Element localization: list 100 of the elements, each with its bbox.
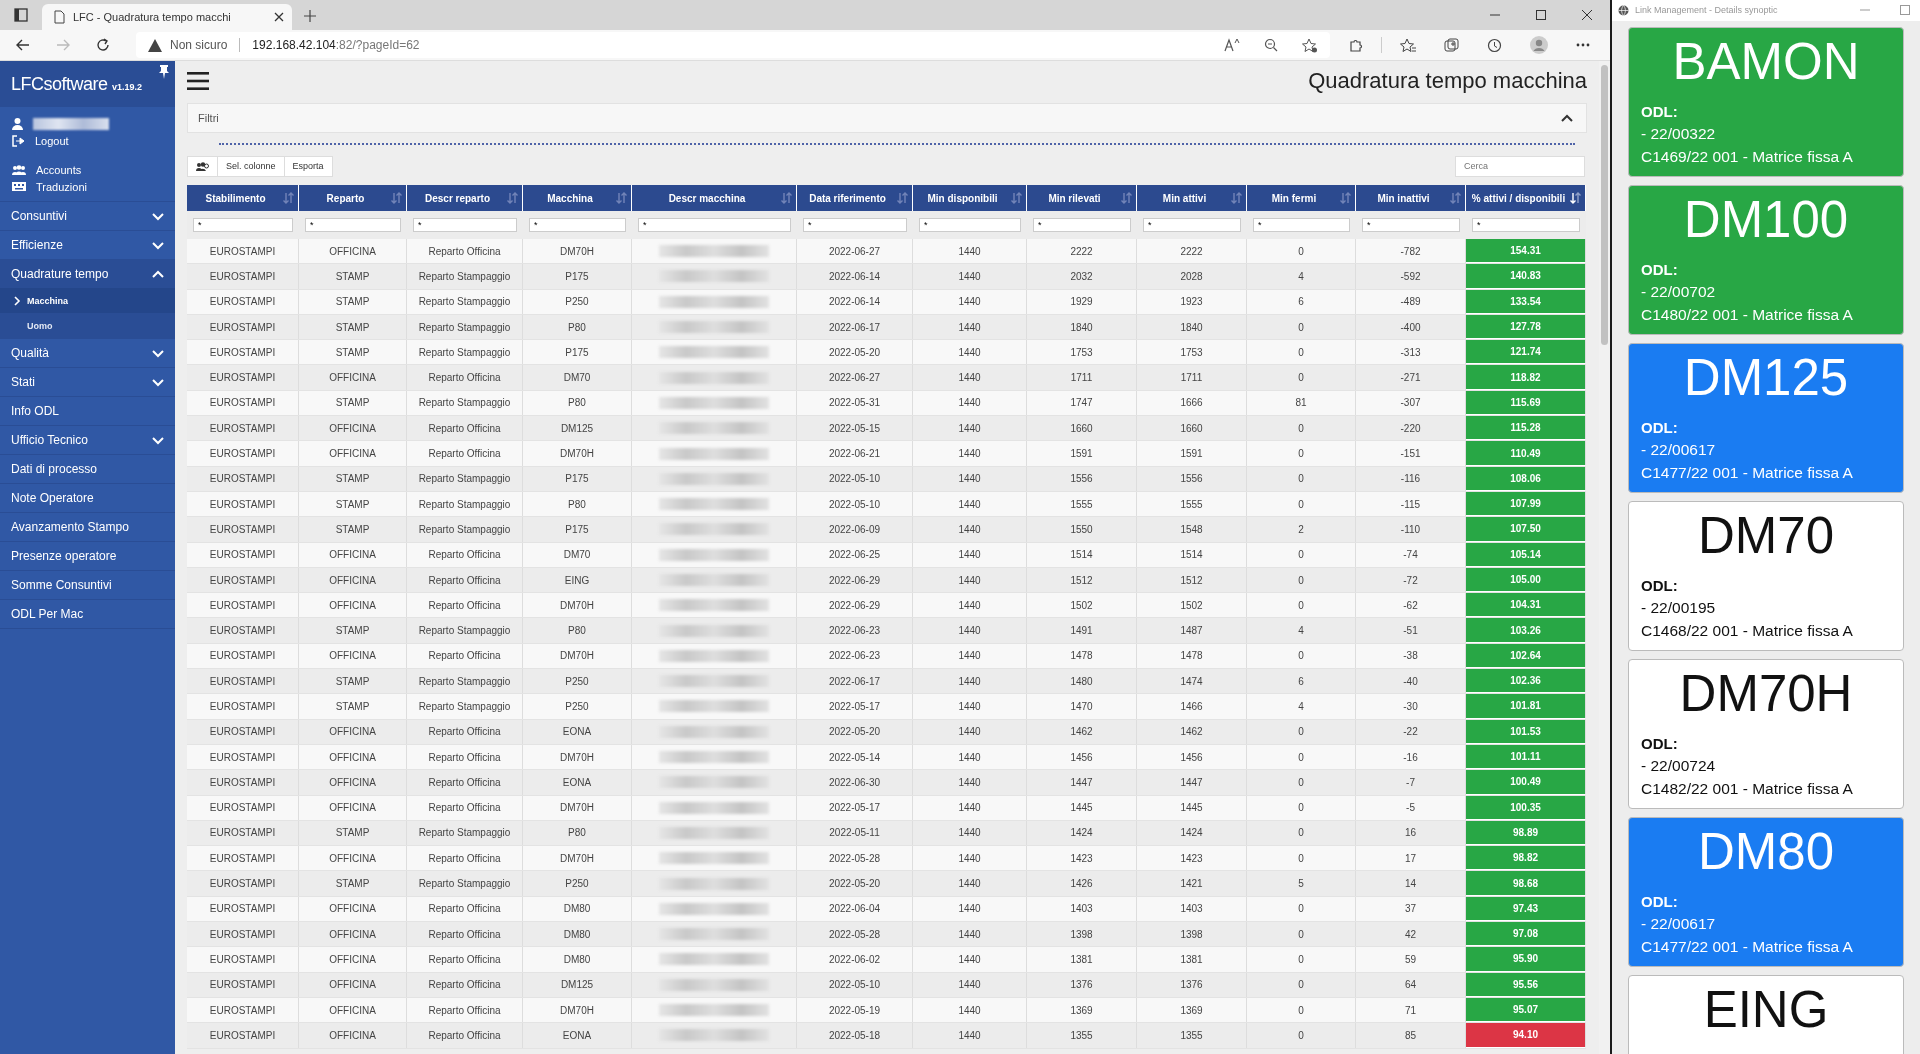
table-cell: 95.56 <box>1466 972 1586 997</box>
select-columns-button[interactable]: Sel. colonne <box>217 155 285 177</box>
menu-item[interactable]: Avanzamento Stampo <box>0 513 175 541</box>
filter-field[interactable]: * <box>529 218 626 232</box>
filter-field[interactable]: * <box>413 218 517 232</box>
address-field[interactable]: Non sicuro 192.168.42.104:82/?pageId=62 <box>136 32 1330 58</box>
more-icon[interactable] <box>1576 43 1590 47</box>
odl-detail: C1477/22 001 - Matrice fissa A <box>1641 936 1854 957</box>
table-cell: OFFICINA <box>299 1023 407 1048</box>
table-cell: 0 <box>1247 896 1356 921</box>
table-cell: 1440 <box>913 896 1027 921</box>
close-icon[interactable] <box>1582 10 1592 20</box>
close-icon[interactable] <box>274 12 284 22</box>
table-cell: EONA <box>523 1023 632 1048</box>
zoom-out-icon[interactable] <box>1264 38 1278 52</box>
back-icon[interactable] <box>16 39 30 51</box>
filter-panel[interactable]: Filtri <box>187 103 1587 133</box>
filter-field[interactable]: * <box>1362 218 1460 232</box>
table-cell: 105.00 <box>1466 567 1586 593</box>
machine-card[interactable]: DM80 ODL: - 22/00617 C1477/22 001 - Matrice fissa A <box>1628 816 1904 967</box>
menu-item[interactable]: Dati di processo <box>0 455 175 483</box>
table-cell: 2022-05-31 <box>797 390 913 416</box>
menu-item[interactable]: ODL Per Mac <box>0 600 175 628</box>
machine-card[interactable]: EING <box>1628 974 1904 1054</box>
table-cell: P250 <box>523 289 632 314</box>
favorite-add-icon[interactable] <box>1302 37 1318 53</box>
maximize-icon[interactable] <box>1536 10 1546 20</box>
filter-field[interactable]: * <box>1033 218 1131 232</box>
filter-field[interactable]: * <box>193 218 293 232</box>
table-cell: 1440 <box>913 972 1027 997</box>
odl-label: ODL: <box>1641 259 1679 280</box>
menu-item[interactable]: Quadrature tempo <box>0 260 175 288</box>
table-cell: 140.83 <box>1466 264 1586 289</box>
menu-item[interactable]: Ufficio Tecnico <box>0 426 175 454</box>
browser-tab[interactable]: LFC - Quadratura tempo macchi <box>42 4 292 30</box>
filter-field[interactable]: * <box>919 218 1021 232</box>
table-cell: Reparto Stampaggio <box>407 694 523 719</box>
table-cell: 1556 <box>1027 466 1137 491</box>
odl-number: - 22/00617 <box>1641 439 1717 460</box>
filter-field[interactable]: * <box>305 218 401 232</box>
table-cell: 1555 <box>1027 491 1137 517</box>
menu-item[interactable]: Note Operatore <box>0 484 175 512</box>
machine-card[interactable]: DM70 ODL: - 22/00195 C1468/22 001 - Matrice fissa A <box>1628 500 1904 651</box>
logout-link[interactable]: Logout <box>35 134 69 147</box>
filter-field[interactable]: * <box>638 218 791 232</box>
profile-icon[interactable] <box>1530 36 1548 54</box>
search-field[interactable]: Cerca <box>1455 155 1585 177</box>
table-cell: 1440 <box>913 365 1027 390</box>
window-icon[interactable] <box>14 8 28 22</box>
menu-item[interactable]: Info ODL <box>0 397 175 425</box>
filter-field[interactable]: * <box>803 218 907 232</box>
scrollbar[interactable] <box>1599 61 1610 1054</box>
collections-icon[interactable] <box>1444 37 1459 53</box>
export-button[interactable]: Esporta <box>283 155 333 177</box>
table-cell: EUROSTAMPI <box>187 694 299 719</box>
odl-label: ODL: <box>1641 891 1679 912</box>
submenu-item[interactable]: Uomo <box>0 313 175 338</box>
translations-link[interactable]: Traduzioni <box>36 180 87 193</box>
table-cell: STAMP <box>299 491 407 517</box>
menu-item[interactable]: Stati <box>0 368 175 396</box>
table-cell: 2022-06-29 <box>797 593 913 618</box>
new-tab-icon[interactable] <box>304 10 316 22</box>
menu-item[interactable]: Consuntivi <box>0 202 175 230</box>
table-cell: 98.82 <box>1466 846 1586 871</box>
machine-card[interactable]: DM125 ODL: - 22/00617 C1477/22 001 - Matrice fissa A <box>1628 342 1904 493</box>
table-cell: Reparto Officina <box>407 239 523 264</box>
table-cell: 1840 <box>1137 314 1247 340</box>
menu-item[interactable]: Efficienze <box>0 231 175 259</box>
table-cell: 0 <box>1247 491 1356 517</box>
pin-icon[interactable] <box>158 65 170 79</box>
table-cell: 0 <box>1247 340 1356 365</box>
menu-item[interactable]: Somme Consuntivi <box>0 571 175 599</box>
read-aloud-icon[interactable] <box>1224 38 1240 52</box>
table-cell: STAMP <box>299 517 407 542</box>
accounts-link[interactable]: Accounts <box>36 163 82 176</box>
menu-item[interactable]: Qualità <box>0 339 175 367</box>
table-cell: 1555 <box>1137 491 1247 517</box>
filter-field[interactable]: * <box>1472 218 1580 232</box>
extensions-icon[interactable] <box>1348 37 1363 53</box>
table-cell: Reparto Officina <box>407 770 523 795</box>
submenu-item[interactable]: Macchina <box>0 288 175 313</box>
favorites-icon[interactable] <box>1400 37 1416 53</box>
table-cell: EUROSTAMPI <box>187 340 299 365</box>
columns-button[interactable] <box>187 155 218 177</box>
menu-icon[interactable] <box>187 72 209 90</box>
reload-icon[interactable] <box>96 38 110 52</box>
sort-icon[interactable] <box>1570 192 1581 204</box>
window-title: Link Management - Details synoptic <box>1635 5 1778 16</box>
table-cell: 154.31 <box>1466 239 1586 264</box>
table-cell: 0 <box>1247 820 1356 846</box>
menu-item[interactable]: Presenze operatore <box>0 542 175 570</box>
chevron-right-icon <box>14 295 21 306</box>
filter-field[interactable]: * <box>1143 218 1241 232</box>
filter-field[interactable]: * <box>1253 218 1350 232</box>
history-icon[interactable] <box>1487 37 1502 53</box>
table-cell: 1753 <box>1137 340 1247 365</box>
page-title: Quadratura tempo macchina <box>1308 68 1587 94</box>
machine-card[interactable]: DM70H ODL: - 22/00724 C1482/22 001 - Matrice fissa A <box>1628 658 1904 809</box>
table-cell: 2022-06-21 <box>797 441 913 466</box>
table-cell: 0 <box>1247 770 1356 795</box>
